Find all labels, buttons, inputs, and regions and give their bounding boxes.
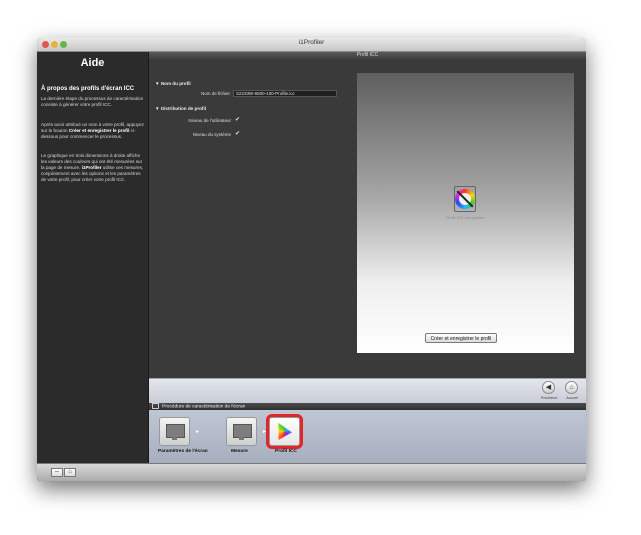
help-paragraph-2: Après avoir attribué un nom à votre prof…: [41, 122, 144, 139]
step-label-measure: Mesure: [231, 449, 248, 454]
measure-icon: [233, 424, 252, 438]
help-sidebar: Aide À propos des profils d'écran ICC La…: [37, 52, 149, 463]
system-level-label: Niveau du système: [192, 132, 231, 137]
icc-profile-icon: [454, 186, 476, 212]
monitor-icon: [152, 403, 159, 409]
filename-field[interactable]: [233, 90, 337, 97]
help-paragraph-3: Le graphique en trois dimensions à droit…: [41, 153, 144, 182]
prism-icon: [278, 423, 292, 440]
previous-button[interactable]: ◀: [542, 381, 555, 394]
home-label: Accueil: [566, 396, 578, 400]
help-paragraph-1: La dernière étape du processus de caract…: [41, 96, 144, 107]
main-header-title: Profil ICC: [356, 52, 379, 58]
display-icon: [166, 424, 185, 438]
step-icc-profile[interactable]: [266, 414, 303, 449]
step-arrow-1: ▸: [196, 429, 200, 435]
preview-caption: Profil ICC non généré: [446, 215, 485, 220]
bottom-home-button[interactable]: ⌂: [64, 468, 76, 477]
section-profile-name[interactable]: ▼ Nom du profil: [155, 81, 191, 86]
help-title: À propos des profils d'écran ICC: [41, 86, 135, 92]
profile-preview-panel: Profil ICC non généré Créer et enregistr…: [357, 73, 574, 353]
system-level-checkbox[interactable]: ✔: [235, 130, 240, 137]
previous-label: Précédent: [540, 396, 558, 400]
step-display-settings[interactable]: [159, 417, 190, 446]
create-save-profile-button[interactable]: Créer et enregistrer le profil: [425, 333, 497, 343]
toggle-sidebar-button[interactable]: ⇔: [51, 468, 63, 477]
user-level-label: Niveau de l'utilisateur: [188, 118, 231, 123]
workflow-header: Procédure de caractérisation de l'écran: [149, 403, 586, 410]
step-measure[interactable]: [226, 417, 257, 446]
window-title: i1Profiler: [298, 39, 325, 46]
workflow-steps: ▸ ▸ Paramètres de l'écran Mesure Profil …: [149, 410, 586, 463]
main-header: Profil ICC: [149, 52, 586, 59]
navigation-strip: ◀ Précédent ⌂ Accueil: [149, 378, 586, 403]
title-bar: i1Profiler: [37, 38, 586, 52]
workflow-title: Procédure de caractérisation de l'écran: [162, 404, 246, 410]
step-arrow-2: ▸: [263, 429, 267, 435]
user-level-checkbox[interactable]: ✔: [235, 116, 240, 123]
main-panel: ▼ Nom du profil Nom de fichier ▼ Distrib…: [149, 59, 586, 378]
help-header: Aide: [80, 57, 105, 69]
home-button[interactable]: ⌂: [565, 381, 578, 394]
bottom-toolbar: ⇔ ⌂: [37, 463, 586, 481]
app-window: i1Profiler Aide À propos des profils d'é…: [37, 38, 586, 481]
filename-label: Nom de fichier: [200, 91, 230, 96]
step-label-display-settings: Paramètres de l'écran: [158, 449, 208, 454]
step-label-icc-profile: Profil ICC: [275, 449, 297, 454]
section-profile-distribution[interactable]: ▼ Distribution de profil: [155, 106, 206, 111]
